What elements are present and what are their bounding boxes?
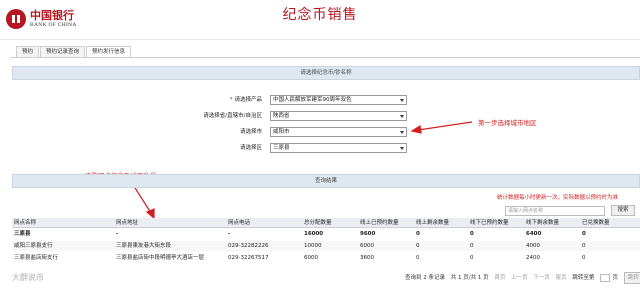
- tab-divider: [10, 57, 640, 58]
- cell-online-booked: 3600: [360, 255, 374, 261]
- cell-phone: -: [228, 231, 231, 237]
- province-row: 请选择省/直辖市/自治区 陕西省: [0, 111, 640, 121]
- cell-total: 10000: [304, 243, 322, 249]
- col-outlet-address: 网点地址: [116, 220, 139, 226]
- table-row[interactable]: 三原县 - - 16000 9600 0 0 6400 0: [12, 229, 640, 239]
- cell-exchanged: 0: [582, 255, 586, 261]
- watermark: 大群说币: [12, 273, 44, 282]
- results-heading: 查询结果: [12, 174, 640, 188]
- cell-address: 三原县盐店街中段明德亭大酒店一层: [116, 255, 205, 261]
- pager-pages: 共 1 页/共 1 页: [450, 275, 489, 281]
- tab-bar: 预约 预约记录查询 预约发行信息: [16, 46, 132, 58]
- cell-name: 三原县盐店街支行: [14, 255, 59, 261]
- cell-offline-left: 4000: [526, 243, 540, 249]
- chevron-down-icon: [400, 131, 404, 134]
- cell-online-left: 0: [416, 243, 420, 249]
- cell-exchanged: 0: [582, 231, 586, 237]
- cell-name: 咸阳三原县支行: [14, 243, 53, 249]
- tab-reservation-records[interactable]: 预约记录查询: [40, 46, 86, 57]
- product-value: 中国人民解放军建军90周年双色: [273, 97, 352, 103]
- pager-goto-label: 跳转至第: [572, 275, 595, 281]
- chevron-down-icon: [400, 115, 404, 118]
- col-outlet-phone: 网点电话: [228, 220, 251, 226]
- col-exchanged: 已兑换数量: [582, 220, 610, 226]
- city-row: 请选择市 咸阳市: [0, 127, 640, 137]
- district-select[interactable]: 三原县: [270, 143, 407, 153]
- cell-phone: 029-32267517: [228, 255, 269, 261]
- cell-total: 6000: [304, 255, 318, 261]
- pager-goto-input[interactable]: [600, 273, 611, 282]
- col-online-booked: 线上已预约数量: [360, 220, 399, 226]
- pager-page-unit: 页: [612, 275, 618, 281]
- cell-offline-booked: 0: [470, 231, 474, 237]
- cell-online-left: 0: [416, 231, 420, 237]
- table-header: 网点名称 网点地址 网点电话 总分配数量 线上已预约数量 线上剩余数量 线下已预…: [12, 218, 640, 228]
- cell-total: 16000: [304, 231, 324, 237]
- product-label: * 请选择产品: [229, 97, 262, 103]
- table-row[interactable]: 咸阳三原县支行 三原县東友巷大街东段 029-32282226 10000 60…: [12, 241, 640, 251]
- city-label: 请选择市: [239, 129, 262, 135]
- cell-address: -: [116, 231, 119, 237]
- cell-online-booked: 6000: [360, 243, 374, 249]
- tab-reserve[interactable]: 预约: [16, 46, 40, 57]
- col-offline-booked: 线下已预约数量: [470, 220, 509, 226]
- district-value: 三原县: [273, 145, 290, 151]
- district-label: 请选择区: [239, 145, 262, 151]
- pagination: 查询到 2 条记录 共 1 页/共 1 页 首页 上一页 下一页 尾页 跳转至第…: [405, 272, 640, 284]
- col-total: 总分配数量: [304, 220, 332, 226]
- product-row: * 请选择产品 中国人民解放军建军90周年双色: [0, 95, 640, 105]
- cell-offline-left: 6400: [526, 231, 542, 237]
- pager-summary: 查询到 2 条记录: [405, 275, 445, 281]
- city-value: 咸阳市: [273, 129, 290, 135]
- cell-offline-left: 2400: [526, 255, 540, 261]
- cell-online-booked: 9600: [360, 231, 376, 237]
- product-select[interactable]: 中国人民解放军建军90周年双色: [270, 95, 407, 105]
- form-heading: 请选择纪念币/钞名称: [12, 66, 640, 80]
- table-row[interactable]: 三原县盐店街支行 三原县盐店街中段明德亭大酒店一层 029-32267517 6…: [12, 253, 640, 263]
- outlet-search-input[interactable]: 请输入网点名称: [505, 206, 605, 216]
- pager-first[interactable]: 首页: [494, 275, 505, 281]
- cell-offline-booked: 0: [470, 243, 474, 249]
- cell-name: 三原县: [14, 231, 31, 237]
- col-offline-left: 线下剩余数量: [526, 220, 560, 226]
- pager-prev[interactable]: 上一页: [511, 275, 528, 281]
- province-value: 陕西省: [273, 113, 290, 119]
- pager-goto-button[interactable]: 跳转: [623, 272, 640, 284]
- city-select[interactable]: 咸阳市: [270, 127, 407, 137]
- cell-exchanged: 0: [582, 243, 586, 249]
- province-label: 请选择省/直辖市/自治区: [203, 113, 262, 119]
- cell-online-left: 0: [416, 255, 420, 261]
- district-row: 请选择区 三原县: [0, 143, 640, 153]
- pager-next[interactable]: 下一页: [533, 275, 550, 281]
- col-online-left: 线上剩余数量: [416, 220, 450, 226]
- cell-phone: 029-32282226: [228, 243, 269, 249]
- cell-address: 三原县東友巷大街东段: [116, 243, 172, 249]
- page-title: 纪念币销售: [282, 7, 358, 23]
- chevron-down-icon: [400, 99, 404, 102]
- chevron-down-icon: [400, 147, 404, 150]
- header: 中国银行 BANK OF CHINA 纪念币销售: [0, 0, 640, 40]
- cell-offline-booked: 0: [470, 255, 474, 261]
- search-button[interactable]: 搜索: [611, 205, 635, 216]
- results-notice: 统计数据每小时更新一次，实际数据以预约时为准: [497, 195, 619, 201]
- pager-last[interactable]: 尾页: [556, 275, 567, 281]
- annotation-step1: 第一步选择城市地区: [478, 119, 537, 127]
- col-outlet-name: 网点名称: [14, 220, 37, 226]
- province-select[interactable]: 陕西省: [270, 111, 407, 121]
